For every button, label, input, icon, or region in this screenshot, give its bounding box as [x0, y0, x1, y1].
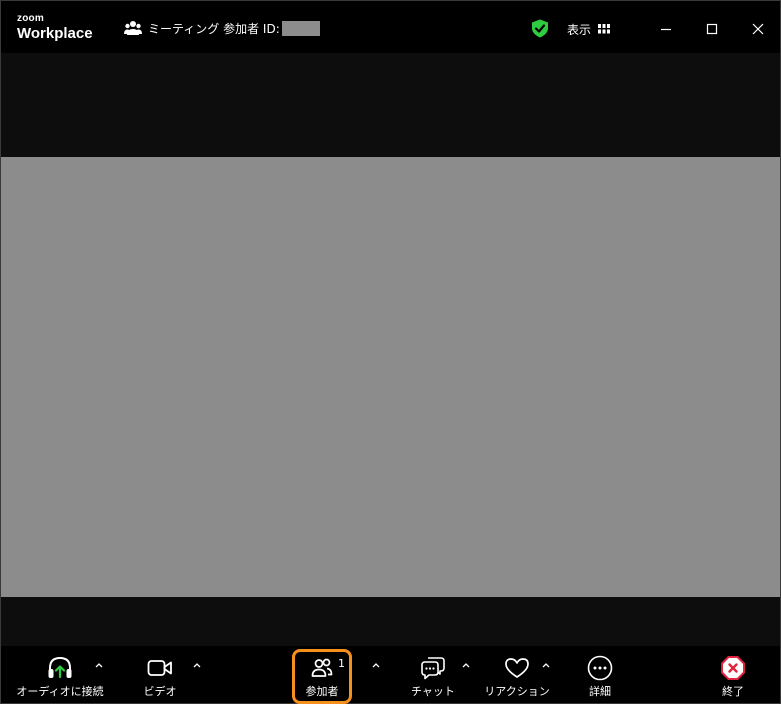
meeting-id-redacted	[281, 20, 320, 36]
chat-options-caret-icon[interactable]	[460, 660, 472, 670]
video-label: ビデオ	[143, 685, 177, 698]
zoom-window: zoom Workplace ミーティング 参加者 ID: 表示 オーディオに接…	[0, 0, 781, 704]
chat-bubble-icon	[421, 657, 445, 680]
end-meeting-button[interactable]: 終了	[713, 646, 753, 703]
more-dots-icon	[587, 655, 613, 681]
maximize-icon	[706, 23, 718, 35]
participant-video-tile[interactable]	[1, 157, 780, 597]
reactions-button[interactable]: リアクション	[484, 646, 550, 703]
logo-workplace-text: Workplace	[17, 25, 93, 42]
join-audio-button[interactable]: オーディオに接続	[16, 646, 104, 703]
end-meeting-icon	[721, 656, 745, 680]
more-button[interactable]: 詳細	[579, 646, 621, 703]
chat-label: チャット	[411, 685, 455, 698]
meeting-toolbar: オーディオに接続 ビデオ 参加者 チャット リアクション 詳細 終了	[1, 646, 780, 703]
heart-icon	[505, 658, 529, 678]
meeting-info[interactable]: ミーティング 参加者 ID:	[124, 18, 320, 38]
title-bar: zoom Workplace ミーティング 参加者 ID: 表示	[1, 1, 780, 53]
view-label: 表示	[567, 22, 592, 37]
minimize-button[interactable]	[652, 15, 680, 43]
video-camera-icon	[147, 660, 172, 676]
video-options-caret-icon[interactable]	[191, 660, 203, 670]
reactions-options-caret-icon[interactable]	[540, 660, 552, 670]
close-icon	[752, 23, 764, 35]
participants-count-badge: 1	[338, 657, 345, 670]
reactions-label: リアクション	[484, 685, 550, 698]
participants-options-caret-icon[interactable]	[370, 660, 382, 670]
more-label: 詳細	[589, 685, 611, 698]
end-meeting-label: 終了	[722, 685, 744, 698]
video-stage	[1, 53, 780, 646]
minimize-icon	[661, 28, 671, 31]
shield-check-icon[interactable]	[531, 19, 549, 38]
maximize-button[interactable]	[698, 15, 726, 43]
grid-view-icon	[598, 24, 611, 34]
meeting-id-label: ミーティング 参加者 ID:	[148, 21, 280, 36]
close-button[interactable]	[744, 15, 772, 43]
chat-button[interactable]: チャット	[409, 646, 457, 703]
headphones-icon	[48, 656, 72, 679]
logo-zoom-text: zoom	[17, 13, 44, 24]
audio-options-caret-icon[interactable]	[93, 660, 105, 670]
view-button[interactable]: 表示	[567, 19, 611, 39]
join-audio-label: オーディオに接続	[16, 685, 104, 698]
zoom-workplace-logo: zoom Workplace	[17, 13, 93, 42]
participants-icon	[124, 21, 142, 35]
video-button[interactable]: ビデオ	[137, 646, 183, 703]
